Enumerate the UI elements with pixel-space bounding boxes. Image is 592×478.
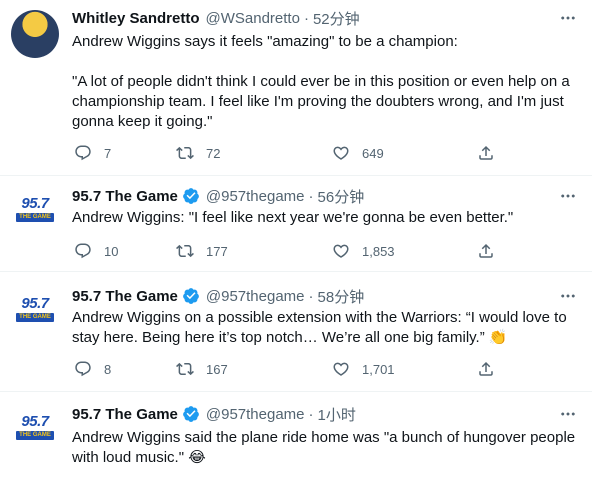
separator: · (308, 405, 314, 423)
retweet-icon (176, 144, 194, 162)
heart-icon (332, 144, 350, 162)
display-name[interactable]: 95.7 The Game (72, 188, 178, 205)
avatar[interactable]: 95.7 THE GAME (11, 286, 59, 334)
share-button[interactable] (477, 142, 495, 164)
tweet[interactable]: Whitley Sandretto @WSandretto · 52分钟 And… (0, 0, 592, 176)
verified-badge-icon (182, 287, 200, 305)
heart-icon (332, 242, 350, 260)
reply-icon (74, 242, 92, 260)
tweet-text: Andrew Wiggins: "I feel like next year w… (72, 209, 514, 226)
station-logo: 95.7 THE GAME (14, 195, 56, 225)
display-name[interactable]: 95.7 The Game (72, 288, 178, 305)
retweet-button[interactable]: 167 (176, 358, 228, 380)
timestamp[interactable]: 52分钟 (313, 8, 360, 29)
separator: · (303, 9, 309, 27)
heart-icon (332, 360, 350, 378)
display-name[interactable]: Whitley Sandretto (72, 10, 200, 27)
like-button[interactable]: 1,701 (332, 358, 395, 380)
retweet-count: 167 (206, 361, 228, 377)
share-icon (477, 242, 495, 260)
more-options-icon[interactable] (558, 404, 578, 424)
reply-icon (74, 144, 92, 162)
verified-badge-icon (182, 405, 200, 423)
tweet[interactable]: 95.7 THE GAME 95.7 The Game @957thegame … (0, 392, 592, 478)
logo-number: 95.7 (21, 195, 49, 212)
tweet-header: 95.7 The Game @957thegame · 56分钟 (72, 186, 364, 206)
like-button[interactable]: 649 (332, 142, 384, 164)
retweet-button[interactable]: 72 (176, 142, 220, 164)
verified-badge-icon (182, 187, 200, 205)
share-button[interactable] (477, 240, 495, 262)
separator: · (308, 187, 314, 205)
handle[interactable]: @WSandretto (206, 10, 300, 27)
like-count: 1,853 (362, 243, 395, 259)
display-name[interactable]: 95.7 The Game (72, 406, 178, 423)
tweet-header: 95.7 The Game @957thegame · 58分钟 (72, 286, 364, 306)
more-options-icon[interactable] (558, 8, 578, 28)
reply-button[interactable]: 7 (74, 142, 111, 164)
reply-count: 8 (104, 361, 112, 377)
retweet-icon (176, 360, 194, 378)
reply-button[interactable]: 8 (74, 358, 111, 380)
logo-number: 95.7 (21, 295, 49, 312)
handle[interactable]: @957thegame (206, 188, 305, 205)
share-icon (477, 360, 495, 378)
avatar[interactable] (11, 10, 59, 58)
logo-caption: THE GAME (16, 213, 54, 222)
tweet-text: Andrew Wiggins says it feels "amazing" t… (72, 33, 570, 130)
avatar[interactable]: 95.7 THE GAME (11, 186, 59, 234)
retweet-count: 177 (206, 243, 228, 259)
tweet-text: Andrew Wiggins on a possible extension w… (72, 309, 571, 346)
tweet[interactable]: 95.7 THE GAME 95.7 The Game @957thegame … (0, 176, 592, 272)
more-options-icon[interactable] (558, 186, 578, 206)
reply-icon (74, 360, 92, 378)
like-count: 649 (362, 145, 384, 161)
like-button[interactable]: 1,853 (332, 240, 395, 262)
tweet-feed: Whitley Sandretto @WSandretto · 52分钟 And… (0, 0, 592, 478)
station-logo: 95.7 THE GAME (14, 413, 56, 443)
reply-count: 7 (104, 145, 112, 161)
share-icon (477, 144, 495, 162)
tweet-actions: 10 177 1,853 (72, 240, 502, 262)
separator: · (308, 287, 314, 305)
retweet-icon (176, 242, 194, 260)
timestamp[interactable]: 56分钟 (318, 186, 365, 207)
tweet-text: Andrew Wiggins said the plane ride home … (72, 429, 580, 466)
logo-number: 95.7 (21, 413, 49, 430)
retweet-count: 72 (206, 145, 221, 161)
reply-button[interactable]: 10 (74, 240, 118, 262)
station-logo: 95.7 THE GAME (14, 295, 56, 325)
tweet-actions: 7 72 649 (72, 142, 502, 164)
like-count: 1,701 (362, 361, 395, 377)
handle[interactable]: @957thegame (206, 406, 305, 423)
reply-count: 10 (104, 243, 119, 259)
share-button[interactable] (477, 358, 495, 380)
avatar[interactable]: 95.7 THE GAME (11, 404, 59, 452)
handle[interactable]: @957thegame (206, 288, 305, 305)
retweet-button[interactable]: 177 (176, 240, 228, 262)
timestamp[interactable]: 1小时 (318, 404, 356, 425)
tweet[interactable]: 95.7 THE GAME 95.7 The Game @957thegame … (0, 272, 592, 392)
logo-caption: THE GAME (16, 313, 54, 322)
logo-caption: THE GAME (16, 431, 54, 440)
more-options-icon[interactable] (558, 286, 578, 306)
timestamp[interactable]: 58分钟 (318, 286, 365, 307)
tweet-header: 95.7 The Game @957thegame · 1小时 (72, 404, 356, 424)
tweet-header: Whitley Sandretto @WSandretto · 52分钟 (72, 8, 360, 28)
tweet-actions: 8 167 1,701 (72, 358, 502, 380)
